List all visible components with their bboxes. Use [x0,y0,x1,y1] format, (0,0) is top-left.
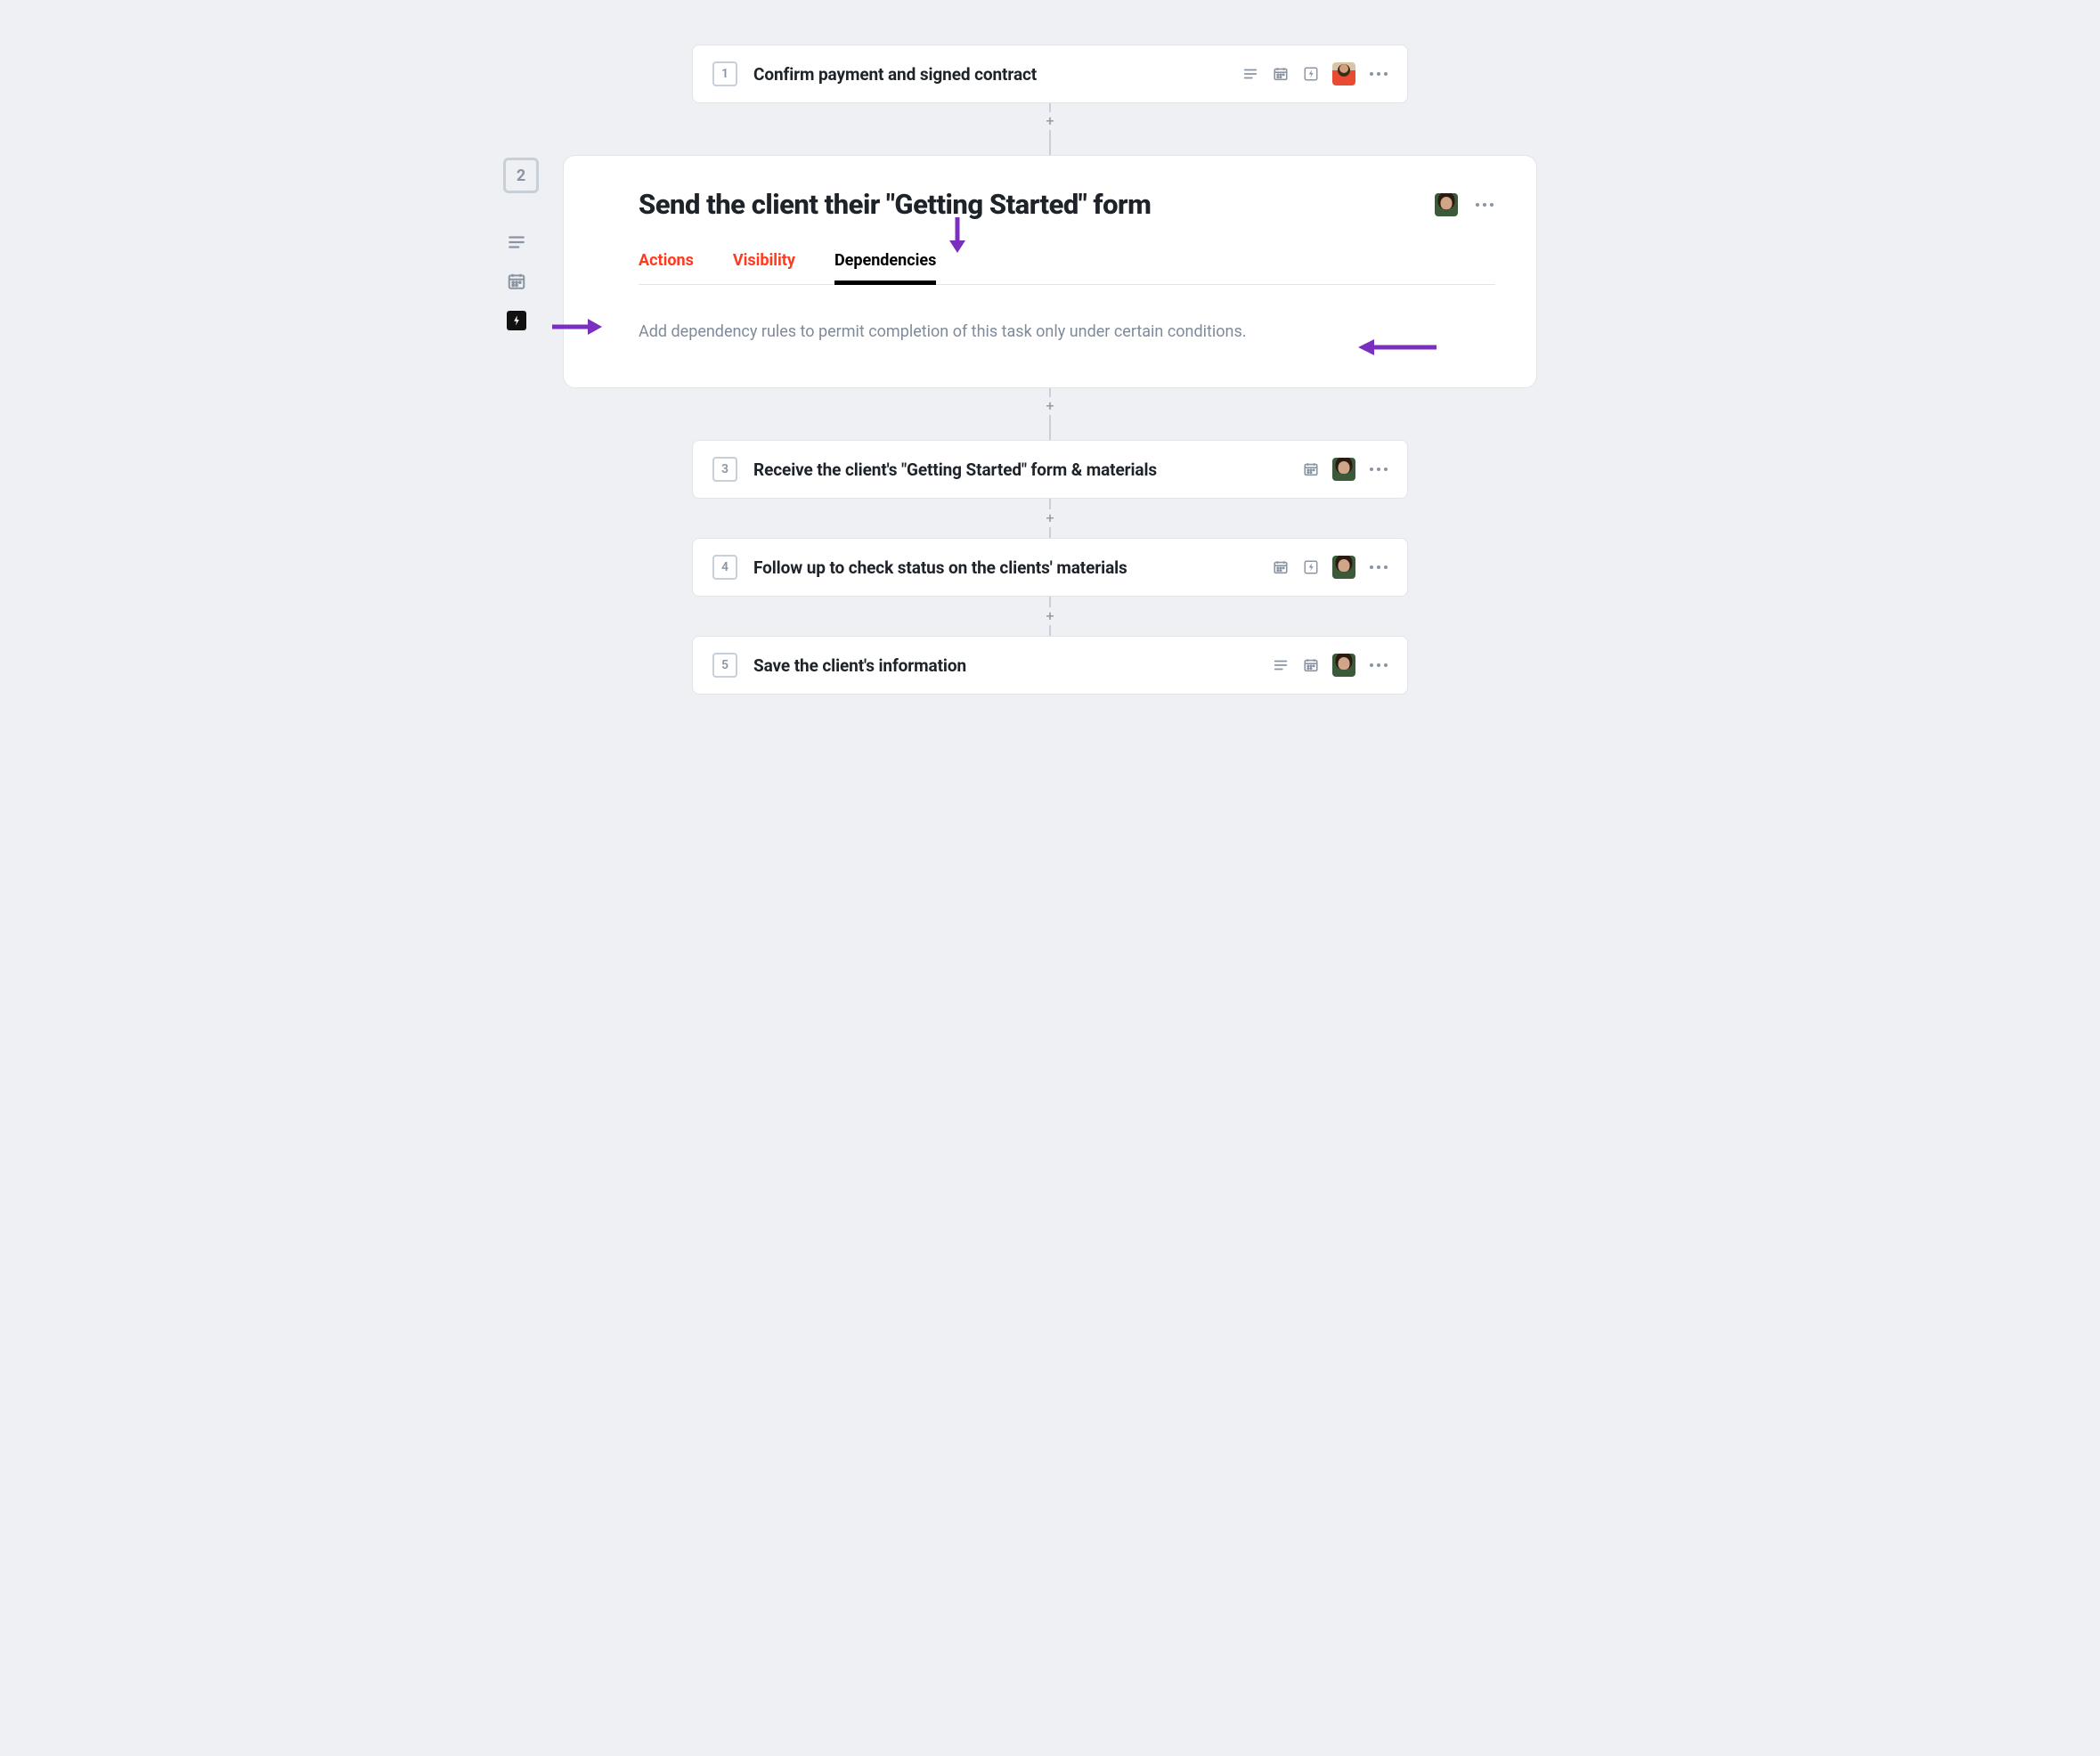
connector-line: + [1049,499,1051,538]
avatar[interactable] [1332,62,1355,85]
task-number-box[interactable]: 4 [712,555,737,580]
task-title: Confirm payment and signed contract [753,64,1225,85]
side-icon-rail [507,232,526,330]
task-meta-icons [1302,458,1389,481]
more-menu-icon[interactable] [1368,72,1389,76]
connector-line: + [1049,388,1051,440]
task-number: 4 [721,560,728,574]
task-row[interactable]: 4 Follow up to check status on the clien… [692,538,1408,597]
task-number-box[interactable]: 3 [712,457,737,482]
dependencies-help-text: Add dependency rules to permit completio… [639,322,1495,341]
task-number: 1 [721,67,728,81]
task-title: Save the client's information [753,655,1256,676]
tab-list: Actions Visibility Dependencies [639,251,1495,285]
avatar[interactable] [1435,193,1458,216]
tab-actions[interactable]: Actions [639,251,694,284]
task-number: 2 [517,167,525,185]
description-icon[interactable] [1241,65,1259,83]
bolt-icon[interactable] [1302,558,1320,576]
task-title: Send the client their "Getting Started" … [639,188,1410,221]
task-title: Receive the client's "Getting Started" f… [753,459,1286,480]
add-step-icon[interactable]: + [1046,509,1054,527]
tab-visibility[interactable]: Visibility [733,251,795,284]
bolt-icon[interactable] [1302,65,1320,83]
connector-line: + [1049,103,1051,155]
task-meta-icons [1272,556,1389,579]
calendar-icon[interactable] [1302,656,1320,674]
avatar[interactable] [1332,458,1355,481]
task-meta-icons [1435,193,1495,216]
avatar[interactable] [1332,654,1355,677]
tab-panel-dependencies: Add dependency rules to permit completio… [639,285,1495,348]
add-step-icon[interactable]: + [1046,607,1054,625]
expanded-task-card: 2 Send the client their "Getting Started… [563,155,1537,388]
calendar-icon[interactable] [1272,65,1290,83]
task-row[interactable]: 1 Confirm payment and signed contract [692,45,1408,103]
tab-dependencies[interactable]: Dependencies [834,251,936,284]
calendar-icon[interactable] [1272,558,1290,576]
avatar[interactable] [1332,556,1355,579]
task-row[interactable]: 3 Receive the client's "Getting Started"… [692,440,1408,499]
task-row[interactable]: 5 Save the client's information [692,636,1408,695]
more-menu-icon[interactable] [1368,565,1389,569]
task-number-box[interactable]: 1 [712,61,737,86]
task-meta-icons [1241,62,1389,85]
task-number-box[interactable]: 5 [712,653,737,678]
task-meta-icons [1272,654,1389,677]
description-icon[interactable] [1272,656,1290,674]
add-step-icon[interactable]: + [1046,112,1054,130]
task-number-box[interactable]: 2 [503,158,539,193]
task-number: 5 [721,658,728,672]
calendar-icon[interactable] [1302,460,1320,478]
description-icon[interactable] [507,232,526,252]
bolt-icon[interactable] [507,311,526,330]
more-menu-icon[interactable] [1474,203,1495,207]
add-step-icon[interactable]: + [1046,397,1054,415]
more-menu-icon[interactable] [1368,467,1389,471]
task-title: Follow up to check status on the clients… [753,557,1256,578]
task-number: 3 [721,462,728,476]
more-menu-icon[interactable] [1368,663,1389,667]
calendar-icon[interactable] [507,272,526,291]
connector-line: + [1049,597,1051,636]
